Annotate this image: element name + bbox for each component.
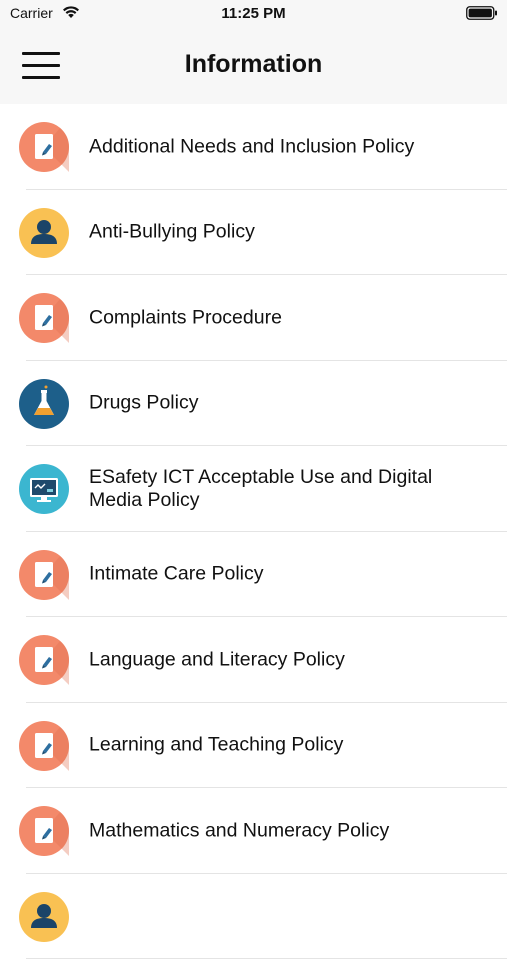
list-item-label: Additional Needs and Inclusion Policy: [89, 135, 447, 158]
status-time: 11:25 PM: [0, 5, 507, 22]
monitor-icon: [19, 464, 69, 514]
person-icon: [19, 892, 69, 942]
page-title: Information: [0, 50, 507, 79]
battery-icon: [466, 6, 498, 20]
list-item-label: Complaints Procedure: [89, 306, 447, 329]
document-icon: [19, 122, 69, 172]
list-item[interactable]: Language and Literacy Policy: [0, 617, 507, 703]
document-icon: [19, 550, 69, 600]
list-item[interactable]: Anti-Bullying Policy: [0, 190, 507, 276]
document-icon: [19, 806, 69, 856]
navigation-bar: Information: [0, 26, 507, 104]
flask-icon: [19, 379, 69, 429]
list-item-label: Learning and Teaching Policy: [89, 734, 447, 757]
list-item-label: Language and Literacy Policy: [89, 648, 447, 671]
document-icon: [19, 721, 69, 771]
list-item-label: Drugs Policy: [89, 392, 447, 415]
list-item[interactable]: Mathematics and Numeracy Policy: [0, 788, 507, 874]
list-item-label: Anti-Bullying Policy: [89, 221, 447, 244]
list-item-label: Intimate Care Policy: [89, 563, 447, 586]
list-item[interactable]: Drugs Policy: [0, 361, 507, 447]
person-icon: [19, 208, 69, 258]
list-item[interactable]: Additional Needs and Inclusion Policy: [0, 104, 507, 190]
list-item[interactable]: ESafety ICT Acceptable Use and Digital M…: [0, 446, 507, 532]
list-item-label: Mathematics and Numeracy Policy: [89, 819, 447, 842]
list-item[interactable]: Learning and Teaching Policy: [0, 703, 507, 789]
list-item[interactable]: Complaints Procedure: [0, 275, 507, 361]
document-icon: [19, 293, 69, 343]
status-bar: Carrier 11:25 PM: [0, 0, 507, 26]
list-item-label: ESafety ICT Acceptable Use and Digital M…: [89, 466, 447, 512]
list-item[interactable]: [0, 874, 507, 959]
list-item[interactable]: Intimate Care Policy: [0, 532, 507, 618]
policy-list: Additional Needs and Inclusion Policy An…: [0, 104, 507, 959]
document-icon: [19, 635, 69, 685]
